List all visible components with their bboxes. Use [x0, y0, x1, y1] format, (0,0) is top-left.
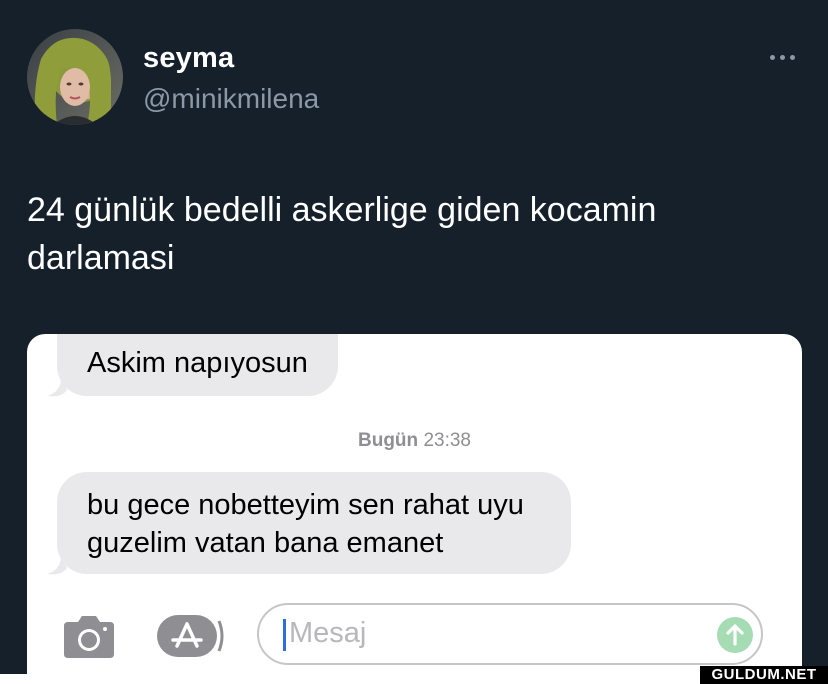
author-handle[interactable]: @minikmilena — [143, 83, 319, 115]
bubble-tail-icon — [47, 378, 67, 397]
text-caret — [283, 619, 286, 651]
message-bubble-received: Askim napıyosun — [57, 334, 338, 396]
message-bubble-received: bu gece nobetteyim sen rahat uyu guzelim… — [57, 472, 571, 574]
more-dot — [789, 54, 795, 60]
app-store-icon[interactable] — [155, 613, 227, 661]
author-name[interactable]: seyma — [143, 42, 234, 75]
timestamp-day: Bugün — [358, 430, 419, 451]
send-arrow-up-icon[interactable] — [717, 617, 753, 653]
message-placeholder: Mesaj — [289, 617, 367, 649]
watermark: GULDUM.NET — [700, 666, 828, 684]
tweet-text-line: 24 günlük bedelli askerlige giden kocami… — [27, 191, 657, 229]
more-horizontal-icon[interactable] — [764, 47, 800, 67]
tweet-text-line: darlamasi — [27, 239, 175, 277]
message-input[interactable]: Mesaj — [257, 603, 763, 665]
message-timestamp: Bugün 23:38 — [27, 430, 802, 452]
more-dot — [779, 54, 785, 60]
message-line: bu gece nobetteyim sen rahat uyu — [87, 489, 524, 521]
bubble-tail-icon — [47, 556, 67, 575]
timestamp-time: 23:38 — [423, 430, 471, 451]
attached-screenshot[interactable]: Askim napıyosun Bugün 23:38 bu gece nobe… — [27, 334, 802, 679]
camera-icon[interactable] — [60, 616, 118, 660]
avatar[interactable] — [27, 29, 123, 125]
more-dot — [769, 54, 775, 60]
message-line: guzelim vatan bana emanet — [87, 527, 444, 559]
tweet-text: 24 günlük bedelli askerlige giden kocami… — [27, 186, 787, 282]
